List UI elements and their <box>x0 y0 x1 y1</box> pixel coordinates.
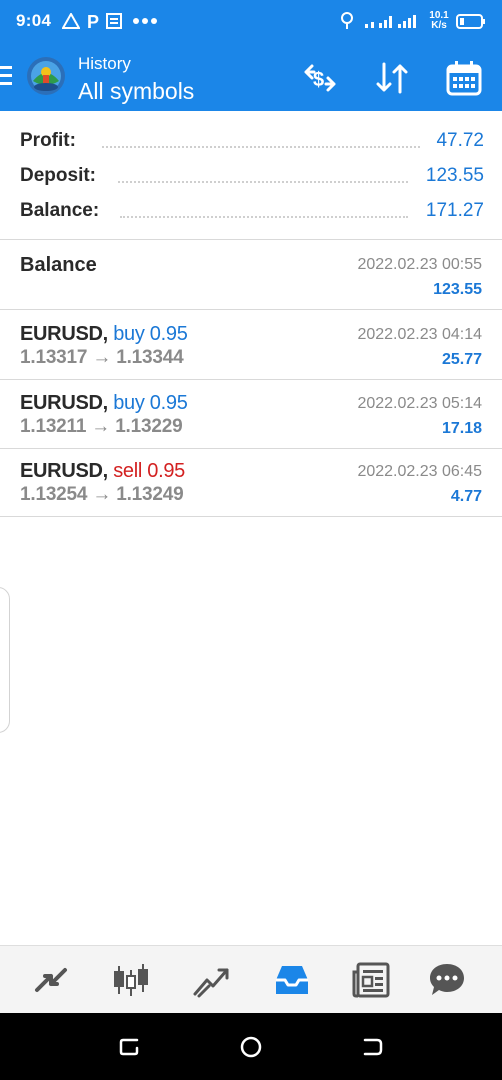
status-bar: 9:04 P 10.1 K/s <box>0 0 502 42</box>
more-notifications-icon <box>133 18 157 24</box>
history-row-trade[interactable]: EURUSD, buy 0.95 1.13317 → 1.13344 2022.… <box>0 311 502 380</box>
network-speed-unit: K/s <box>431 20 447 31</box>
back-icon[interactable] <box>359 1034 385 1060</box>
location-icon <box>341 12 353 29</box>
summary-balance: Balance: 171.27 <box>20 200 484 226</box>
deal-amount: 17.18 <box>441 420 482 437</box>
summary-label: Deposit: <box>20 165 96 186</box>
svg-text:$: $ <box>313 69 324 91</box>
deal-date: 2022.02.23 00:55 <box>357 256 482 273</box>
deal-side: sell 0.95 <box>113 460 185 482</box>
summary-deposit: Deposit: 123.55 <box>20 165 484 191</box>
trade-icon[interactable] <box>191 960 231 1000</box>
currency-exchange-icon[interactable]: $ <box>300 60 340 96</box>
leader-dots <box>118 180 408 183</box>
history-summary: Profit: 47.72 Deposit: 123.55 Balance: 1… <box>0 111 502 240</box>
status-time: 9:04 <box>16 11 52 30</box>
deal-symbol: EURUSD, <box>20 323 108 345</box>
deal-symbol-line: EURUSD, sell 0.95 <box>20 460 185 483</box>
quotes-icon[interactable] <box>31 960 71 1000</box>
history-row-trade[interactable]: EURUSD, buy 0.95 1.13211 → 1.13229 2022.… <box>0 380 502 449</box>
deal-side: buy 0.95 <box>113 323 188 345</box>
deal-title: Balance <box>20 254 97 276</box>
leader-dots <box>102 145 420 148</box>
warning-icon <box>62 13 80 29</box>
sort-icon[interactable] <box>372 60 412 96</box>
deal-amount: 25.77 <box>441 351 482 368</box>
summary-value: 171.27 <box>425 200 484 221</box>
symbol-filter[interactable]: All symbols <box>78 78 194 105</box>
summary-label: Balance: <box>20 200 100 221</box>
edge-panel-handle[interactable] <box>0 587 10 733</box>
chat-icon[interactable] <box>427 960 467 1000</box>
recent-apps-icon[interactable] <box>117 1034 143 1060</box>
deal-amount: 123.55 <box>433 281 482 298</box>
chart-icon[interactable] <box>111 960 151 1000</box>
summary-value: 47.72 <box>436 130 484 151</box>
history-row-trade[interactable]: EURUSD, sell 0.95 1.13254 → 1.13249 2022… <box>0 448 502 517</box>
summary-profit: Profit: 47.72 <box>20 130 484 156</box>
deal-symbol-line: EURUSD, buy 0.95 <box>20 323 188 346</box>
document-icon <box>106 13 122 29</box>
parking-icon: P <box>87 12 99 30</box>
calendar-icon[interactable] <box>444 60 484 96</box>
menu-button[interactable] <box>0 66 14 88</box>
battery-icon <box>456 14 485 29</box>
deal-prices: 1.13317 → 1.13344 <box>20 347 184 368</box>
deal-date: 2022.02.23 04:14 <box>357 326 482 343</box>
app-bar: History All symbols $ <box>0 42 502 111</box>
summary-label: Profit: <box>20 130 76 151</box>
metatrader-logo-icon <box>27 57 65 95</box>
deal-symbol-line: EURUSD, buy 0.95 <box>20 392 188 415</box>
deal-symbol: EURUSD, <box>20 460 108 482</box>
deal-side: buy 0.95 <box>113 392 188 414</box>
history-icon[interactable] <box>272 960 312 1000</box>
summary-value: 123.55 <box>425 165 484 186</box>
signal-icon <box>365 15 416 28</box>
home-icon[interactable] <box>238 1034 264 1060</box>
deal-prices: 1.13211 → 1.13229 <box>20 416 183 437</box>
bottom-navigation <box>0 945 502 1013</box>
news-icon[interactable] <box>352 960 392 1000</box>
network-speed: 10.1 K/s <box>428 11 450 31</box>
svg-text:P: P <box>87 12 99 30</box>
system-navigation-bar <box>0 1013 502 1080</box>
deal-symbol: EURUSD, <box>20 392 108 414</box>
deal-date: 2022.02.23 06:45 <box>357 463 482 480</box>
deal-prices: 1.13254 → 1.13249 <box>20 484 184 505</box>
leader-dots <box>120 215 408 218</box>
history-row-balance[interactable]: Balance 2022.02.23 00:55 123.55 <box>0 241 502 310</box>
page-title: History <box>78 54 131 73</box>
deal-date: 2022.02.23 05:14 <box>357 395 482 412</box>
deal-amount: 4.77 <box>450 488 482 505</box>
